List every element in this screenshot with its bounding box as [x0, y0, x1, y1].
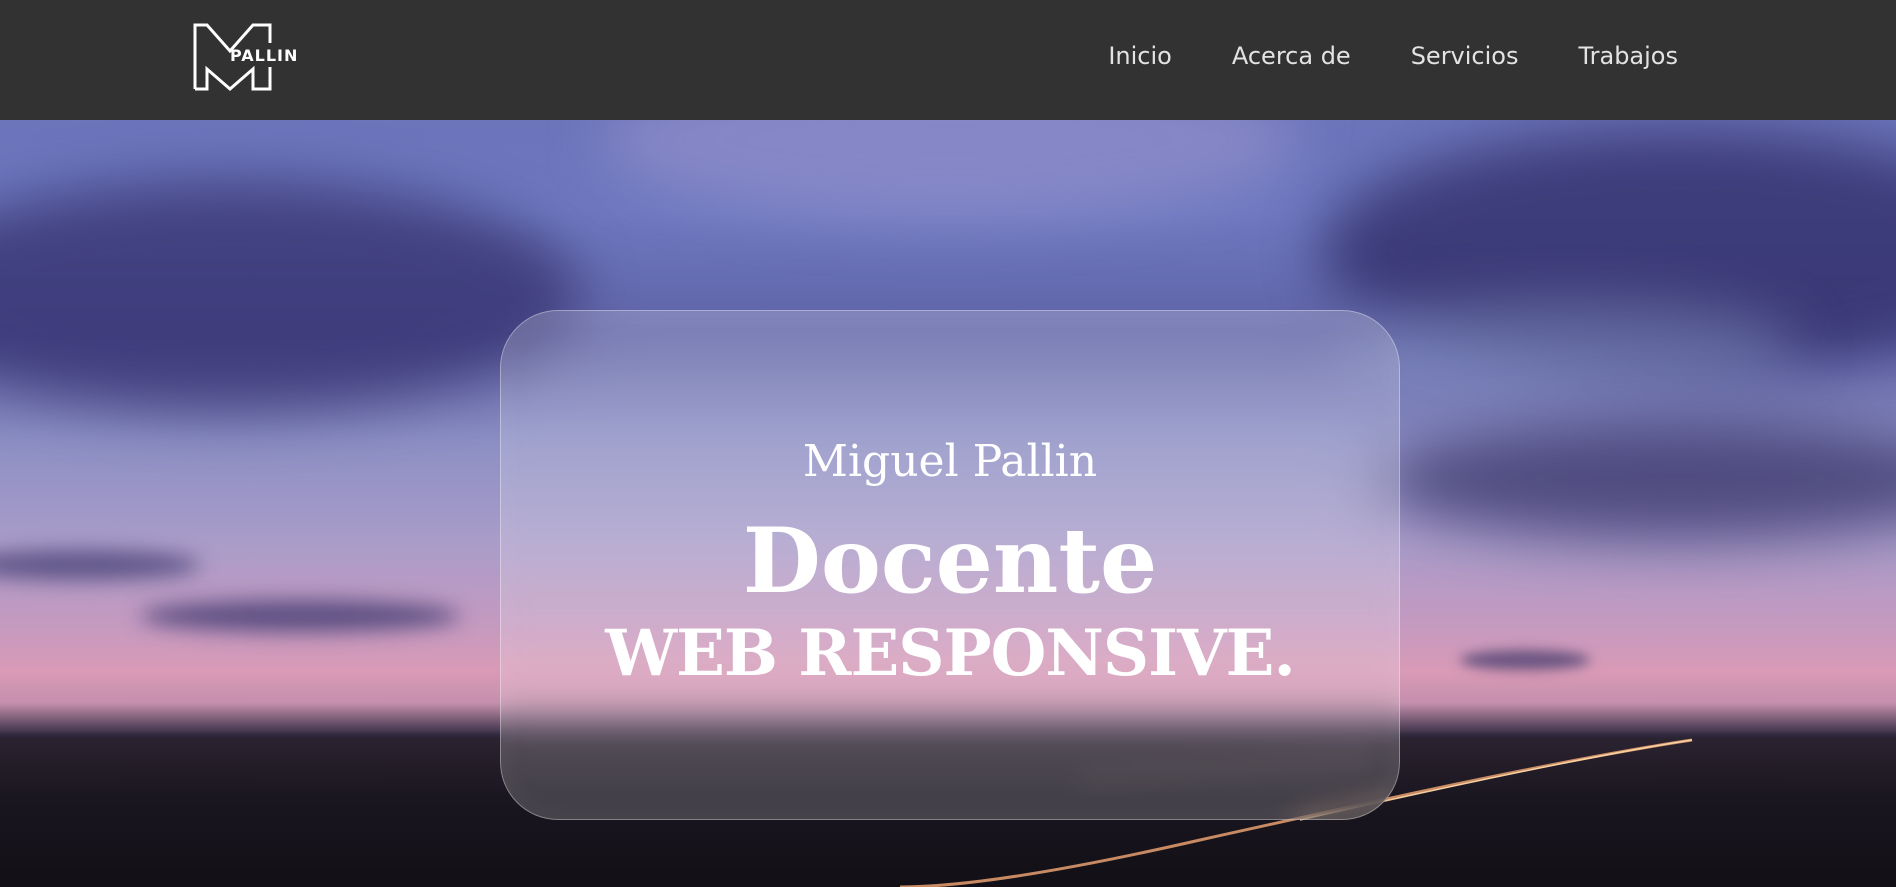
site-logo[interactable]: PALLIN: [193, 23, 297, 91]
nav-item-inicio[interactable]: Inicio: [1108, 42, 1172, 70]
hero-name: Miguel Pallin: [802, 436, 1098, 487]
nav-item-trabajos[interactable]: Trabajos: [1578, 42, 1678, 70]
nav-item-servicios[interactable]: Servicios: [1411, 42, 1519, 70]
nav-item-acerca-de[interactable]: Acerca de: [1232, 42, 1351, 70]
hero-section: Miguel Pallin Docente WEB RESPONSIVE.: [0, 120, 1896, 887]
hero-role: Docente: [742, 508, 1158, 614]
logo-text: PALLIN: [230, 46, 299, 65]
main-nav: Inicio Acerca de Servicios Trabajos: [1108, 0, 1678, 112]
hero-subtitle: WEB RESPONSIVE.: [605, 616, 1295, 691]
hero-card: Miguel Pallin Docente WEB RESPONSIVE.: [500, 310, 1400, 820]
site-header: PALLIN Inicio Acerca de Servicios Trabaj…: [0, 0, 1896, 120]
